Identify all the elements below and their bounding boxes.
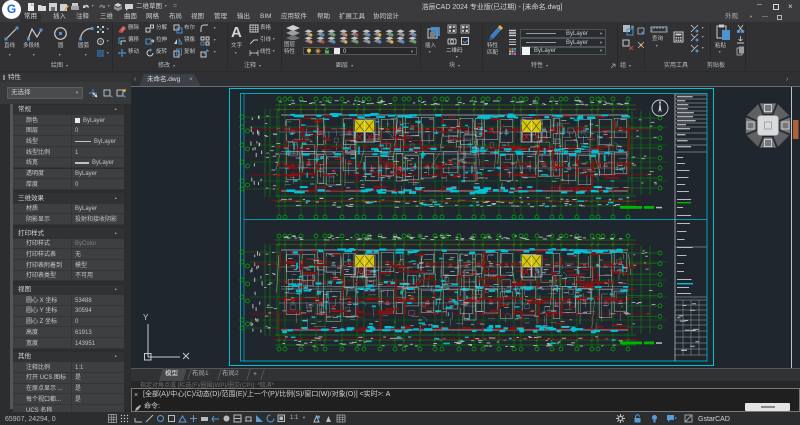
svg-text:Y: Y (143, 313, 149, 322)
